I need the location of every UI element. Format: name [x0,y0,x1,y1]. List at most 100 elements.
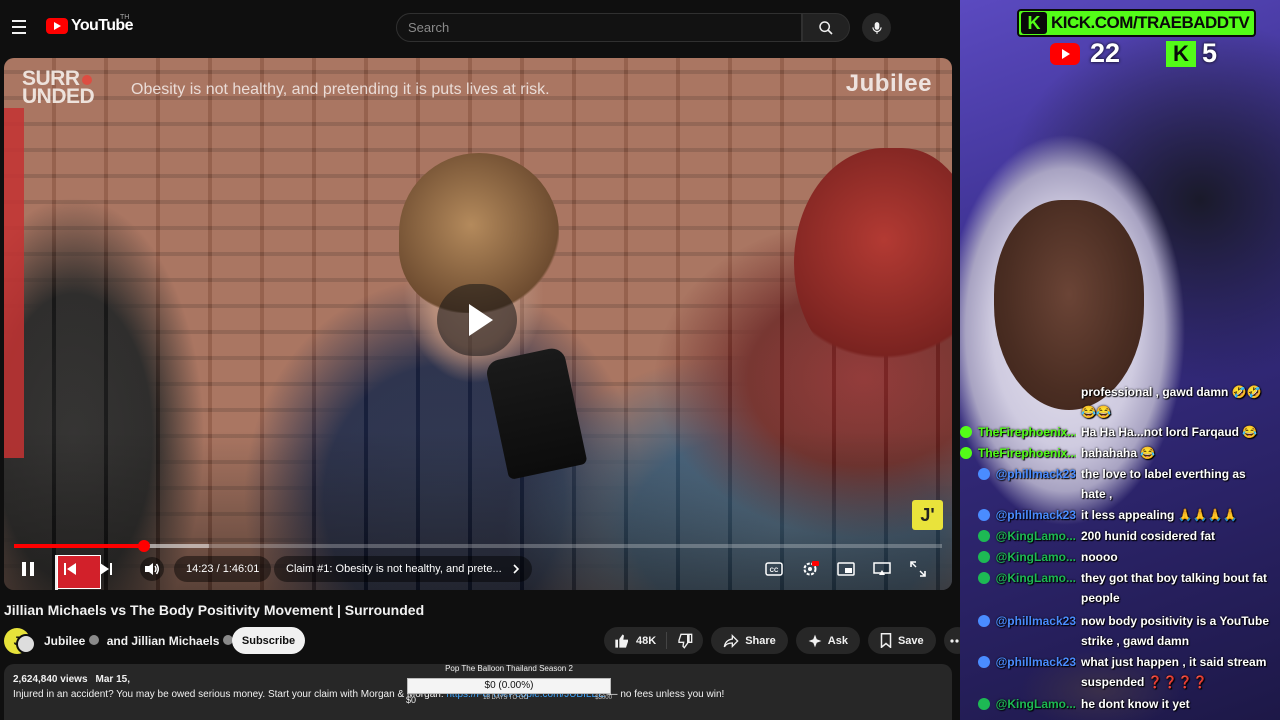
pause-button[interactable] [18,557,38,581]
chat-username: TheFirephoenix... [960,443,1076,463]
miniplayer-button[interactable] [834,557,858,581]
fullscreen-button[interactable] [906,557,930,581]
cast-icon [873,562,891,575]
kick-url-banner: K KICK.COM/TRAEBADDTV [1017,9,1256,37]
kick-viewer-count: K 5 [1166,38,1217,69]
chat-username: @KingLamo... [960,526,1076,546]
youtube-logo[interactable]: YouTube TH [46,14,133,35]
chat-username-text: @KingLamo... [995,550,1076,564]
chat-platform-icon [960,426,972,438]
channel-name-and: and [103,634,132,648]
video-player[interactable]: SURR UNDED Obesity is not healthy, and p… [4,58,952,590]
donation-goal-widget: Pop The Balloon Thailand Season 2 $0 (0.… [406,664,612,705]
miniplayer-icon [837,562,855,576]
donation-goal-amount: $3000 [595,695,612,701]
play-icon [469,304,493,336]
jubilee-watermark: Jubilee [845,70,932,97]
ask-label: Ask [827,634,848,647]
chat-username: @KingLamo... [960,547,1076,567]
video-title: Jillian Michaels vs The Body Positivity … [4,602,425,618]
channel-name-secondary[interactable]: Jillian Michaels [131,634,219,648]
save-label: Save [897,634,924,647]
description-sponsor-tail: — no fees unless you win! [604,689,725,700]
progress-bar[interactable] [14,540,942,552]
search-icon [819,20,833,35]
subscribe-button[interactable]: Subscribe [232,627,305,654]
chat-username: @KingLamo... [960,568,1076,588]
chapter-button[interactable]: Claim #1: Obesity is not healthy, and pr… [274,556,532,582]
chat-username: @phillmack23 [960,505,1076,525]
chat-username-text: @phillmack23 [995,614,1076,628]
chat-message-text: they got that boy talking bout fat peopl… [1081,571,1267,605]
donation-current: $0 [406,695,417,705]
surrounded-logo-line2: UNDED [22,85,95,108]
streamer-webcam [994,200,1144,410]
bookmark-icon [880,633,892,648]
video-actions: 48K Share Ask Save [604,627,960,654]
donation-days-left: 18 DAYS TO GO [483,695,529,701]
thumbs-down-icon [678,633,693,649]
chat-username-text: @phillmack23 [995,655,1076,669]
channel-name-primary[interactable]: Jubilee [44,634,85,648]
dislike-button[interactable] [667,627,703,654]
youtube-viewer-count: 22 [1050,38,1120,69]
save-button[interactable]: Save [867,627,936,654]
chat-username-text: TheFirephoenix... [978,425,1076,439]
ask-button[interactable]: Ask [795,627,860,654]
cast-button[interactable] [870,557,894,581]
chat-platform-icon [960,447,972,459]
captions-button[interactable]: CC [762,557,786,581]
settings-button[interactable] [798,557,822,581]
menu-icon[interactable] [12,20,26,34]
chat-overlay: professional , gawd damn 🤣🤣😂😂 TheFirephoe… [960,382,1280,720]
youtube-window: YouTube TH Search SURR UNDED Obesity is … [0,0,960,720]
chat-username: TheFirephoenix... [960,422,1076,442]
previous-button[interactable] [60,557,80,581]
kick-viewers: 5 [1202,38,1218,68]
chat-username-text: TheFirephoenix... [978,446,1076,460]
gear-icon [803,561,819,576]
channel-name[interactable]: Jubilee and Jillian Michaels [44,634,237,648]
kick-icon: K [1166,40,1196,67]
like-count: 48K [636,634,657,647]
channel-row: J Jubilee and Jillian Michaels [4,628,237,654]
share-icon [723,633,739,648]
chat-message-text: he dont know it yet [1081,697,1190,711]
next-icon [100,563,112,575]
search-input[interactable]: Search [396,13,802,42]
search-button[interactable] [802,13,850,42]
youtube-icon [1050,42,1080,65]
fullscreen-icon [910,561,926,577]
channel-watermark-badge[interactable]: J' [912,500,943,530]
view-count: 2,624,840 views [13,674,88,685]
chat-message-text: professional , gawd damn 🤣🤣😂😂 [1081,385,1262,419]
chat-username-text: @KingLamo... [995,697,1076,711]
channel-avatar[interactable]: J [4,628,36,654]
kick-logo-icon: K [1021,12,1047,34]
mute-button[interactable] [140,557,164,581]
next-button[interactable] [96,557,116,581]
chat-username-text: @KingLamo... [995,571,1076,585]
description-sponsor-text: Injured in an accident? You may be owed … [13,689,447,700]
time-display: 14:23 / 1:46:01 [174,556,272,582]
top-bar: YouTube TH Search [0,0,960,56]
chat-username-text: @phillmack23 [995,467,1076,481]
progress-scrubber[interactable] [137,540,150,552]
voice-search-button[interactable] [862,13,891,42]
previous-icon [64,563,76,575]
microphone-icon [871,21,882,34]
chat-message-text: 200 hunid cosidered fat [1081,529,1216,543]
logo-country: TH [120,14,130,21]
chat-message-text: noooo [1081,550,1118,564]
chat-username: @phillmack23 [960,652,1076,672]
surrounded-logo: SURR UNDED [22,68,95,108]
chapter-title: Claim #1: Obesity is not healthy, and pr… [286,563,502,575]
more-actions-button[interactable] [943,627,960,654]
player-controls: 14:23 / 1:46:01 Claim #1: Obesity is not… [4,554,952,584]
progress-played [14,544,144,548]
big-play-button[interactable] [437,284,517,356]
chat-username-text: @phillmack23 [995,508,1076,522]
share-label: Share [745,634,776,647]
like-button[interactable]: 48K [604,627,666,654]
share-button[interactable]: Share [711,627,788,654]
